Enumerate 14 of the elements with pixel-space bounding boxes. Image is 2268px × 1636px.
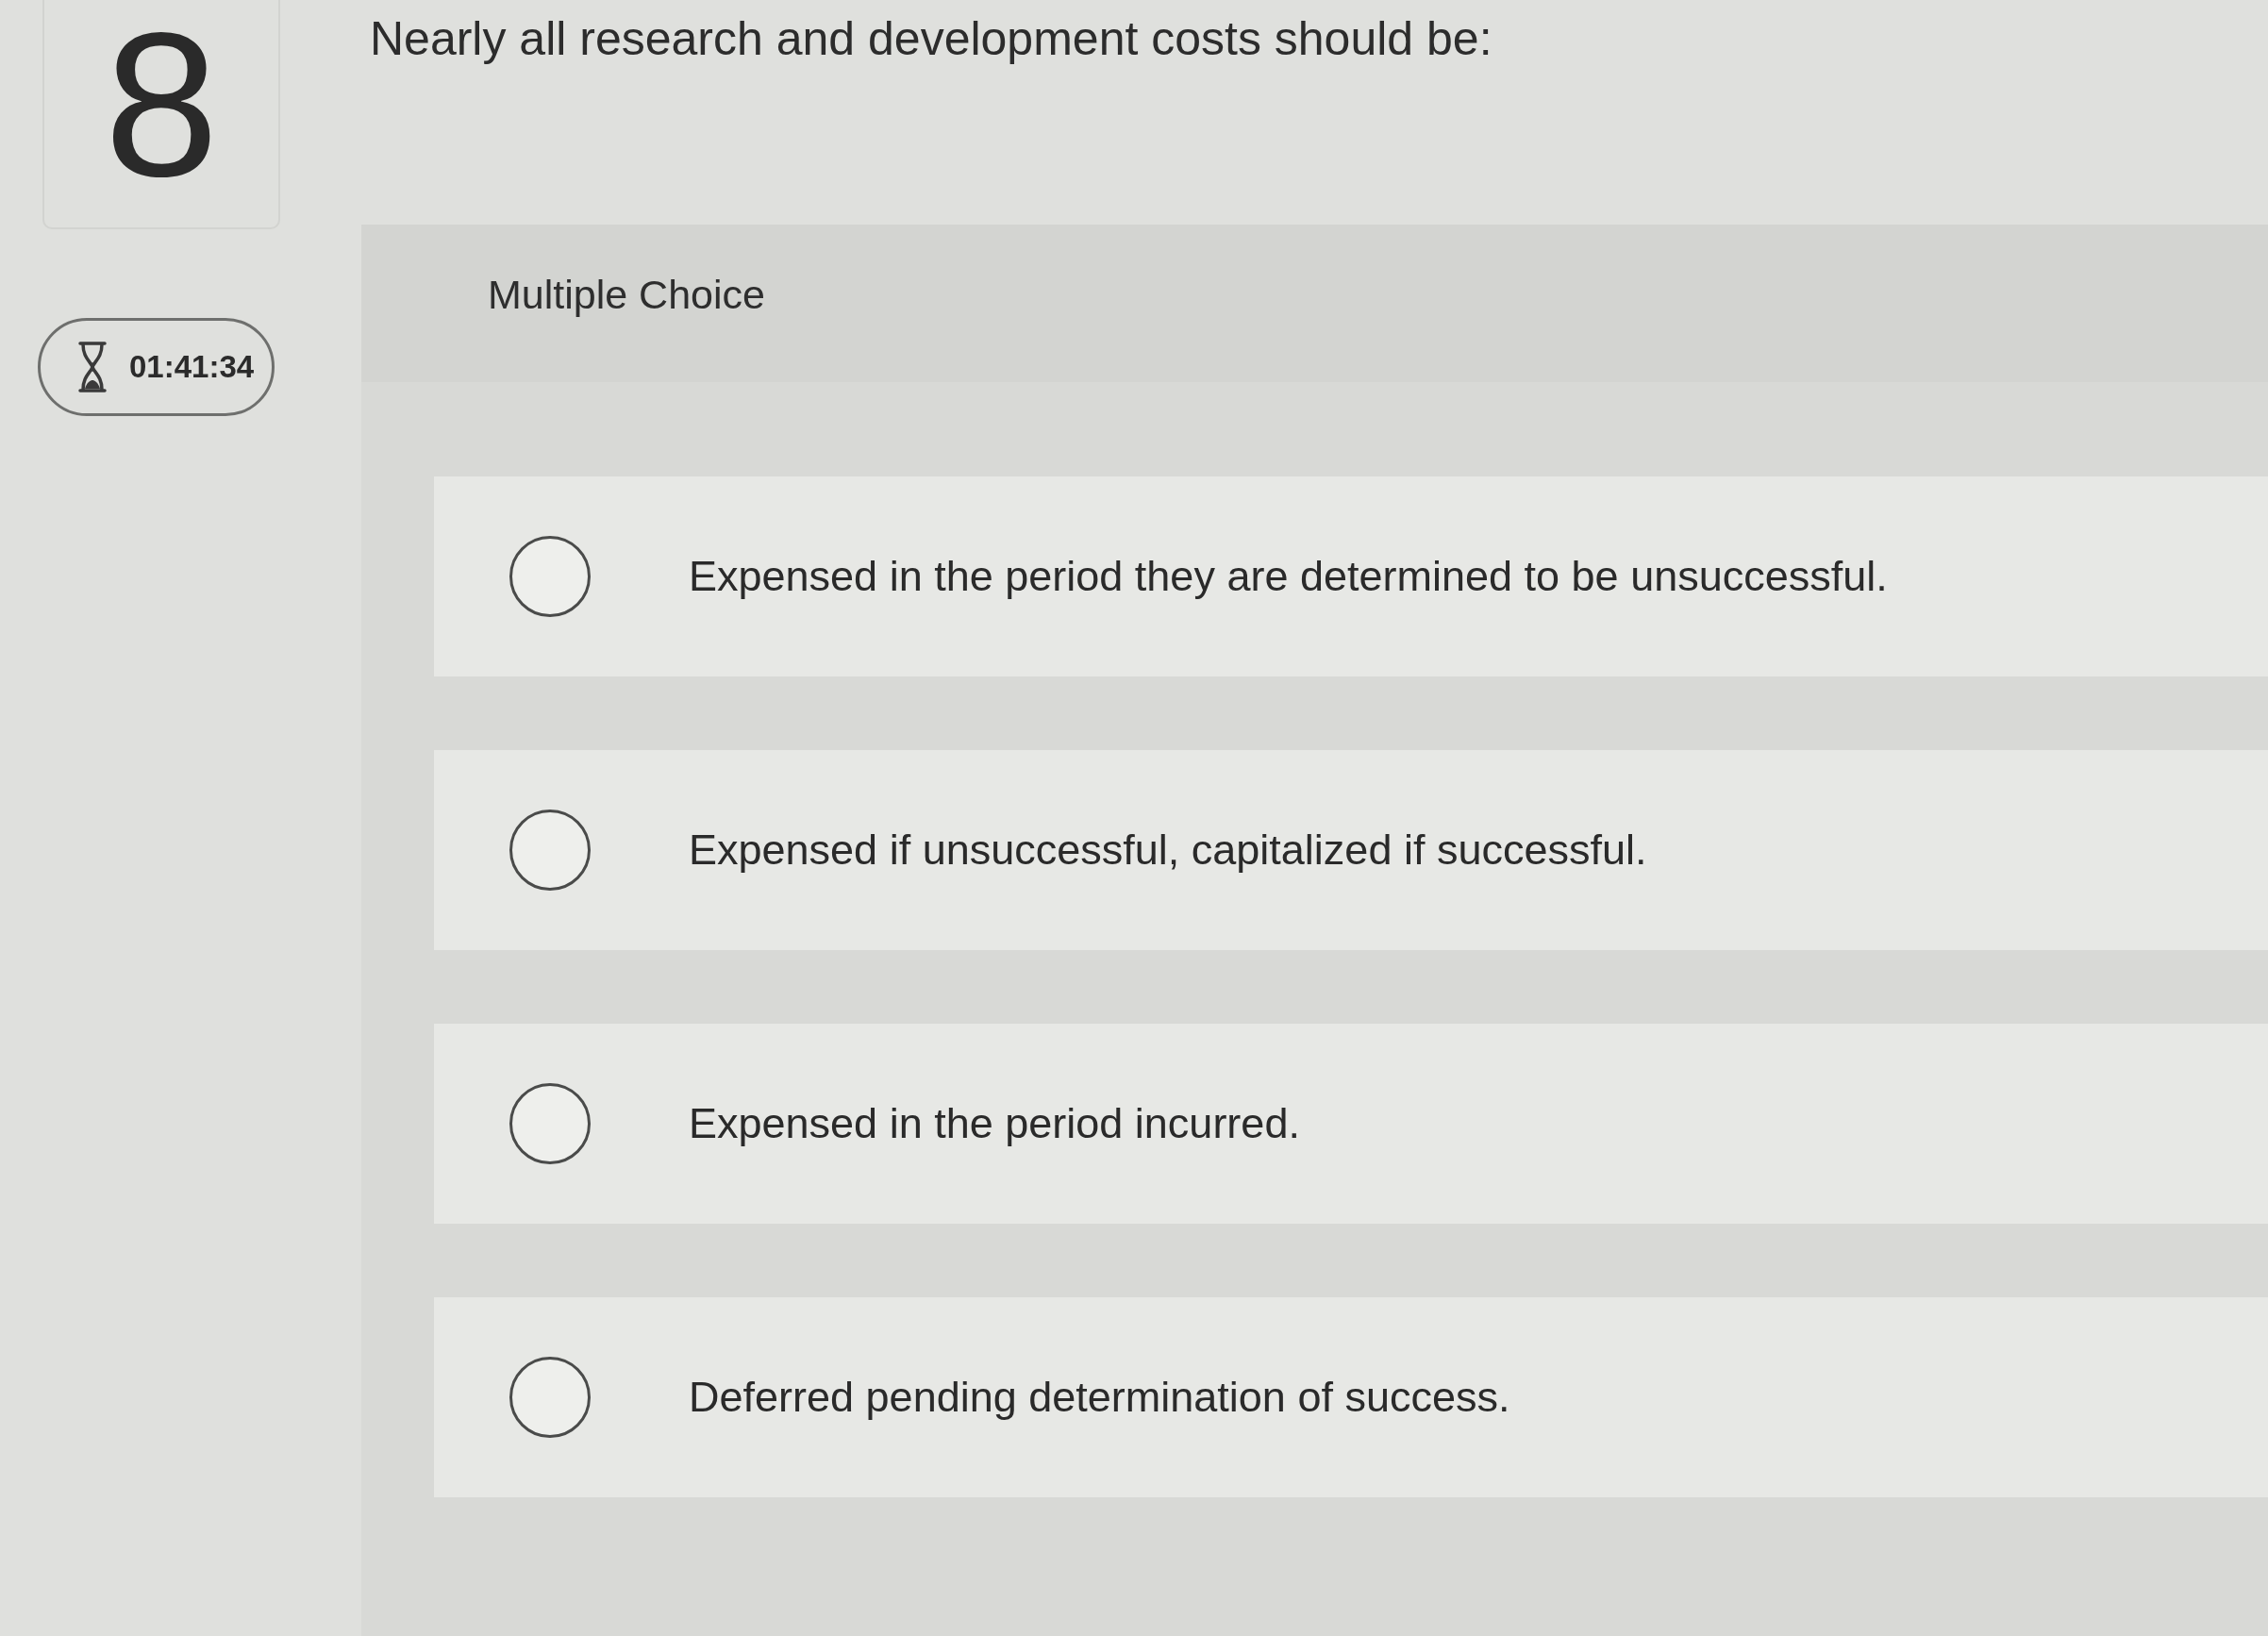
answer-option[interactable]: Deferred pending determination of success. bbox=[434, 1297, 2268, 1497]
answer-option[interactable]: Expensed in the period incurred. bbox=[434, 1024, 2268, 1224]
hourglass-icon bbox=[76, 341, 108, 393]
answer-option[interactable]: Expensed if unsuccessful, capitalized if successful. bbox=[434, 750, 2268, 950]
option-text: Deferred pending determination of success. bbox=[689, 1373, 1510, 1422]
question-number: 8 bbox=[104, 2, 219, 208]
question-text: Nearly all research and development costs should be: bbox=[370, 12, 1493, 65]
timer-text: 01:41:34 bbox=[129, 349, 255, 385]
option-text: Expensed in the period incurred. bbox=[689, 1099, 1300, 1148]
answer-option[interactable]: Expensed in the period they are determined to be unsuccessful. bbox=[434, 476, 2268, 676]
timer[interactable]: 01:41:34 bbox=[38, 318, 275, 416]
option-text: Expensed in the period they are determined to be unsuccessful. bbox=[689, 552, 1888, 601]
question-type-label: Multiple Choice bbox=[488, 272, 765, 317]
option-text: Expensed if unsuccessful, capitalized if successful. bbox=[689, 826, 1647, 875]
